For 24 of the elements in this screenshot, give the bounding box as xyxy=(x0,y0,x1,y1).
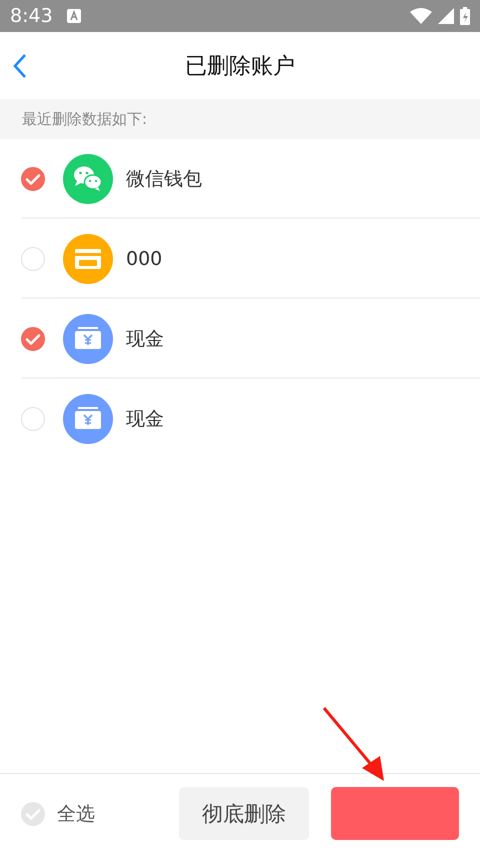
checkbox[interactable] xyxy=(21,247,45,271)
checkbox[interactable] xyxy=(21,167,45,191)
battery-icon xyxy=(460,7,470,25)
vip-card-icon xyxy=(63,234,113,284)
wallet-icon xyxy=(63,314,113,364)
select-all-checkbox[interactable] xyxy=(21,802,45,826)
checkbox[interactable] xyxy=(21,407,45,431)
page-title: 已删除账户 xyxy=(185,52,295,80)
back-icon[interactable] xyxy=(12,53,28,79)
account-name: 现金 xyxy=(126,327,164,352)
notification-icon xyxy=(66,9,81,23)
action-button[interactable] xyxy=(331,787,459,840)
account-name: 000 xyxy=(126,248,162,270)
checkbox[interactable] xyxy=(21,327,45,351)
account-name: 微信钱包 xyxy=(126,167,202,192)
delete-button[interactable]: 彻底删除 xyxy=(179,787,309,840)
chat-bubbles-icon xyxy=(63,154,113,204)
account-name: 现金 xyxy=(126,407,164,432)
signal-icon xyxy=(438,8,454,24)
section-header: 最近删除数据如下: xyxy=(0,99,480,139)
wallet-icon xyxy=(63,394,113,444)
select-all-label[interactable]: 全选 xyxy=(57,800,95,826)
wifi-icon xyxy=(410,8,432,24)
clock-time: 8:43 xyxy=(10,5,53,27)
